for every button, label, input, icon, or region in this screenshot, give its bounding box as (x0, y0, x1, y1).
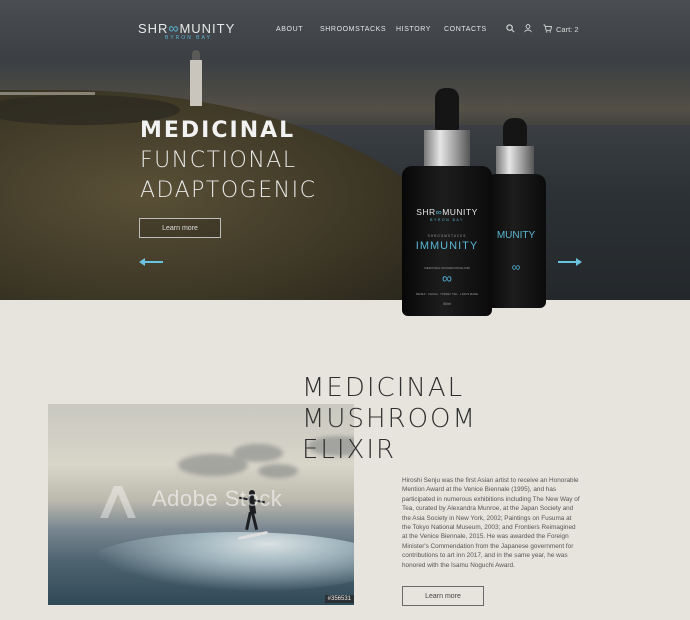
cart-label[interactable]: Cart: 2 (556, 25, 579, 34)
lighthouse-image (188, 50, 204, 106)
adobe-logo-icon (100, 486, 136, 518)
elixir-description: Hiroshi Senju was the first Asian artist… (402, 477, 580, 569)
hero-heading: MEDICINAL (140, 118, 296, 143)
arrow-right-icon[interactable] (558, 258, 582, 266)
logo-subtitle: BYRON BAY (165, 35, 212, 41)
elixir-title-line3: ELIXIR (302, 435, 397, 465)
nav-item-history[interactable]: HISTORY (396, 26, 431, 33)
cart-icon[interactable] (543, 24, 552, 33)
product-bottle-front: SHR∞MUNITY BYRON BAY SHROOMSTACKS IMMUNI… (402, 88, 492, 320)
nav-item-shroomstacks[interactable]: SHROOMSTACKS (320, 26, 386, 33)
product-logo: SHR∞MUNITY (416, 207, 478, 217)
stock-watermark: Adobe Stock (152, 486, 283, 511)
hero-section (0, 0, 690, 300)
dna-icon: ∞ (442, 270, 452, 286)
arrow-left-icon[interactable] (139, 258, 163, 266)
infinity-icon: ∞ (168, 20, 180, 36)
site-logo[interactable]: SHR∞MUNITY BYRON BAY (138, 20, 248, 42)
elixir-title-line1: MEDICINAL (302, 373, 465, 403)
hero-fence (0, 92, 95, 95)
hero-line-functional: FUNCTIONAL (140, 148, 297, 173)
user-icon[interactable] (524, 24, 532, 33)
elixir-learn-more-button[interactable]: Learn more (402, 586, 484, 606)
product-line: SHROOMSTACKS (427, 234, 467, 238)
product-name: IMMUNITY (415, 240, 479, 252)
stock-id-badge: #356531 (324, 595, 354, 603)
logo-wordmark: SHR∞MUNITY (138, 20, 236, 36)
product-logo-sub: BYRON BAY (430, 218, 464, 222)
dna-icon-back: ∞ (511, 260, 521, 274)
wave (88, 532, 354, 592)
product-back-name: MUNITY (496, 230, 536, 241)
search-icon[interactable] (506, 24, 515, 33)
nav-item-contacts[interactable]: CONTACTS (444, 26, 487, 33)
product-bottle-back: MUNITY ∞ (486, 118, 546, 308)
product-ingredients: REISHI · CHAGA · TURKEY TAIL · LION'S MA… (416, 292, 478, 296)
elixir-title-line2: MUSHROOM (302, 404, 477, 434)
hero-line-adaptogenic: ADAPTOGENIC (140, 178, 317, 203)
nav-item-about[interactable]: ABOUT (276, 26, 303, 33)
hero-learn-more-button[interactable]: Learn more (139, 218, 221, 238)
product-volume: 50ml (443, 302, 451, 306)
